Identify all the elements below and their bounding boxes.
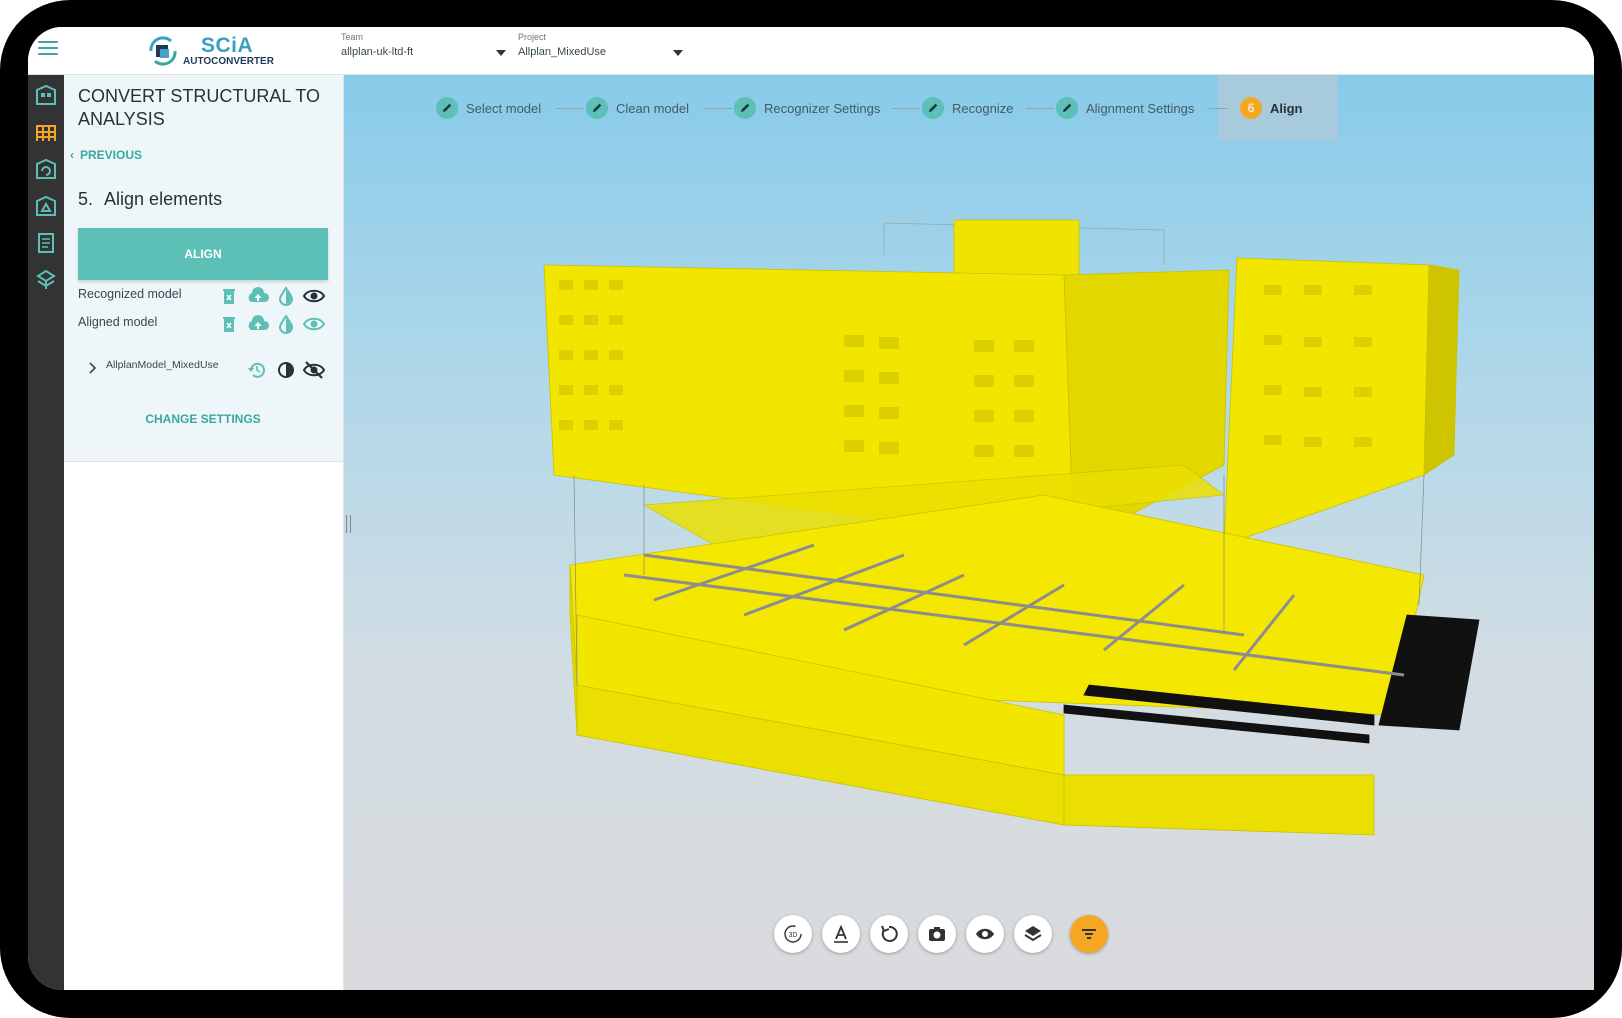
building-3d-model[interactable] xyxy=(344,75,1594,990)
structure-icon[interactable] xyxy=(34,120,58,144)
3d-view-label: 3D xyxy=(789,932,798,939)
app-screen: SCiA AUTOCONVERTER Team allplan-uk-ltd-f… xyxy=(28,27,1594,990)
reset-view-button[interactable] xyxy=(870,915,908,953)
upload-cloud-icon[interactable] xyxy=(246,314,270,334)
scia-autoconverter-logo: SCiA AUTOCONVERTER xyxy=(143,31,283,71)
team-label: Team xyxy=(341,32,364,42)
delete-icon[interactable] xyxy=(219,286,239,306)
step-number: 5. xyxy=(78,189,94,209)
team-value: allplan-uk-ltd-ft xyxy=(341,46,414,58)
previous-button[interactable]: ‹ PREVIOUS xyxy=(70,148,142,162)
visibility-icon xyxy=(976,928,994,940)
history-icon[interactable] xyxy=(247,360,267,380)
top-bar: SCiA AUTOCONVERTER Team allplan-uk-ltd-f… xyxy=(28,27,1594,75)
aligned-model-label: Aligned model xyxy=(78,315,158,329)
icon-rail xyxy=(28,75,64,990)
project-select[interactable]: Project Allplan_MixedUse xyxy=(518,32,688,58)
opacity-icon[interactable] xyxy=(276,286,296,306)
visibility-button[interactable] xyxy=(966,915,1004,953)
filter-icon xyxy=(1082,929,1096,939)
panel-title: CONVERT STRUCTURAL TO ANALYSIS xyxy=(78,86,321,129)
filter-button[interactable] xyxy=(1070,915,1108,953)
3d-view-button[interactable]: 3D xyxy=(774,915,812,953)
analysis-icon[interactable] xyxy=(34,194,58,218)
chevron-down-icon xyxy=(496,50,506,56)
eye-off-icon[interactable] xyxy=(302,360,326,380)
layers-button[interactable] xyxy=(1014,915,1052,953)
project-value: Allplan_MixedUse xyxy=(518,46,607,58)
convert-icon[interactable] xyxy=(34,157,58,181)
viewport-toolbar: 3D xyxy=(774,915,1114,959)
document-icon[interactable] xyxy=(34,231,58,255)
logo-text: SCiA xyxy=(201,34,254,57)
eye-icon[interactable] xyxy=(302,314,326,334)
eye-icon[interactable] xyxy=(302,286,326,306)
annotation-icon xyxy=(834,924,848,943)
settings-icon[interactable] xyxy=(34,268,58,292)
3d-viewport[interactable]: Select model Clean model Recognizer Sett… xyxy=(344,75,1594,990)
layers-icon xyxy=(1024,926,1042,942)
chevron-right-icon[interactable] xyxy=(88,362,98,374)
logo-mark-icon xyxy=(149,36,177,66)
3d-view-icon: 3D xyxy=(784,925,802,943)
device-frame: SCiA AUTOCONVERTER Team allplan-uk-ltd-f… xyxy=(0,0,1622,1018)
change-settings-button[interactable]: CHANGE SETTINGS xyxy=(64,412,342,426)
logo-subtitle: AUTOCONVERTER xyxy=(183,56,274,67)
delete-icon[interactable] xyxy=(219,314,239,334)
align-button[interactable]: ALIGN xyxy=(78,228,328,280)
previous-label: PREVIOUS xyxy=(80,148,143,162)
chevron-left-icon: ‹ xyxy=(70,148,74,162)
model-tree-item[interactable]: AllplanModel_MixedUse xyxy=(106,359,219,371)
team-select[interactable]: Team allplan-uk-ltd-ft xyxy=(341,32,511,58)
step-title: 5. Align elements xyxy=(78,189,222,210)
screenshot-button[interactable] xyxy=(918,915,956,953)
upload-cloud-icon[interactable] xyxy=(246,286,270,306)
chevron-down-icon xyxy=(673,50,683,56)
building-icon[interactable] xyxy=(34,83,58,107)
hamburger-menu-icon[interactable] xyxy=(38,41,58,57)
side-panel: CONVERT STRUCTURAL TO ANALYSIS ‹ PREVIOUS… xyxy=(64,75,344,990)
opacity-icon[interactable] xyxy=(276,314,296,334)
panel-header: CONVERT STRUCTURAL TO ANALYSIS ‹ PREVIOUS… xyxy=(64,75,343,462)
contrast-icon[interactable] xyxy=(276,360,296,380)
reset-view-icon xyxy=(881,925,898,942)
screenshot-icon xyxy=(929,927,945,941)
project-label: Project xyxy=(518,32,547,42)
step-name: Align elements xyxy=(104,189,223,209)
annotation-button[interactable] xyxy=(822,915,860,953)
recognized-model-label: Recognized model xyxy=(78,287,182,301)
